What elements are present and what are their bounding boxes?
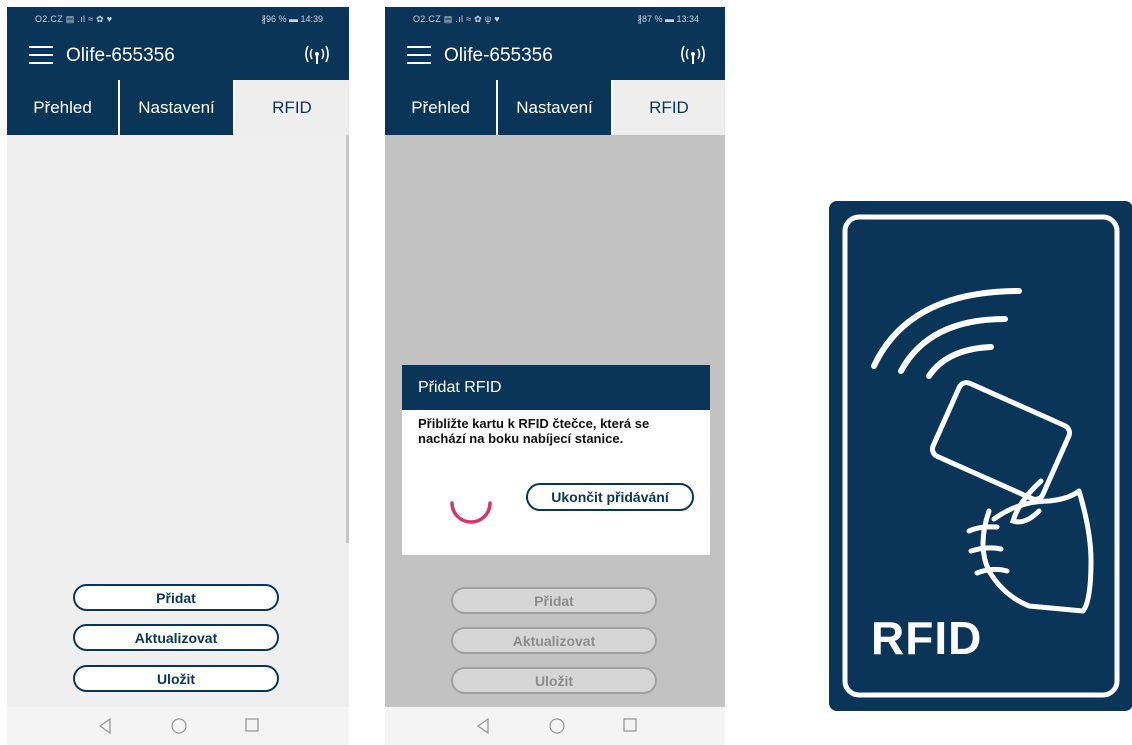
dialog-message: Přibližte kartu k RFID čtečce, která se … <box>418 416 650 446</box>
update-button[interactable]: Aktualizovat <box>73 624 279 651</box>
menu-icon[interactable] <box>407 46 431 64</box>
menu-icon[interactable] <box>29 46 53 64</box>
tab-settings[interactable]: Nastavení <box>120 80 235 135</box>
home-icon[interactable] <box>171 718 187 734</box>
tab-bar: Přehled Nastavení RFID <box>385 80 725 135</box>
rfid-label: RFID <box>871 612 983 664</box>
rfid-list-area <box>7 135 349 707</box>
tab-rfid[interactable]: RFID <box>613 80 725 135</box>
status-bar: O2.CZ ▤ .ıl ≈ ✿ ♥ ∦96 % ▬ 14:39 <box>7 7 349 32</box>
recent-apps-icon[interactable] <box>623 718 637 732</box>
app-bar: Olife-655356 <box>385 32 725 80</box>
app-bar: Olife-655356 <box>7 32 349 80</box>
status-battery-time: ∦87 % ▬ 13:34 <box>637 14 699 24</box>
app-title: Olife-655356 <box>444 45 553 66</box>
add-button[interactable]: Přidat <box>73 584 279 611</box>
back-icon[interactable] <box>476 718 490 734</box>
save-button: Uložit <box>451 667 657 694</box>
recent-apps-icon[interactable] <box>245 718 259 732</box>
wireless-signal-icon[interactable] <box>304 44 330 66</box>
update-button: Aktualizovat <box>451 627 657 654</box>
system-nav-bar <box>7 707 349 745</box>
system-nav-bar <box>385 707 725 745</box>
loading-spinner-icon <box>450 501 492 524</box>
status-carrier: O2.CZ ▤ .ıl ≈ ✿ ♥ <box>35 14 113 24</box>
tab-overview[interactable]: Přehled <box>7 80 120 135</box>
phone-screen-rfid-list: O2.CZ ▤ .ıl ≈ ✿ ♥ ∦96 % ▬ 14:39 Olife-65… <box>7 7 349 745</box>
phone-screen-add-rfid-dialog: O2.CZ ▤ .ıl ≈ ✿ ψ ♥ ∦87 % ▬ 13:34 Olife-… <box>385 7 725 745</box>
status-battery-time: ∦96 % ▬ 14:39 <box>261 14 323 24</box>
rfid-illustration: RFID <box>829 201 1132 711</box>
tab-settings[interactable]: Nastavení <box>498 80 613 135</box>
stop-adding-button[interactable]: Ukončit přidávání <box>526 483 694 511</box>
status-carrier: O2.CZ ▤ .ıl ≈ ✿ ψ ♥ <box>413 14 500 24</box>
status-bar: O2.CZ ▤ .ıl ≈ ✿ ψ ♥ ∦87 % ▬ 13:34 <box>385 7 725 32</box>
tab-bar: Přehled Nastavení RFID <box>7 80 349 135</box>
scrollbar[interactable] <box>346 135 349 543</box>
app-title: Olife-655356 <box>66 45 175 66</box>
tab-overview[interactable]: Přehled <box>385 80 498 135</box>
add-button: Přidat <box>451 587 657 614</box>
back-icon[interactable] <box>98 718 112 734</box>
tab-rfid[interactable]: RFID <box>235 80 349 135</box>
save-button[interactable]: Uložit <box>73 665 279 692</box>
add-rfid-dialog: Přidat RFID Přibližte kartu k RFID čtečc… <box>402 365 710 555</box>
dialog-title: Přidat RFID <box>402 365 710 410</box>
home-icon[interactable] <box>549 718 565 734</box>
wireless-signal-icon[interactable] <box>680 44 706 66</box>
